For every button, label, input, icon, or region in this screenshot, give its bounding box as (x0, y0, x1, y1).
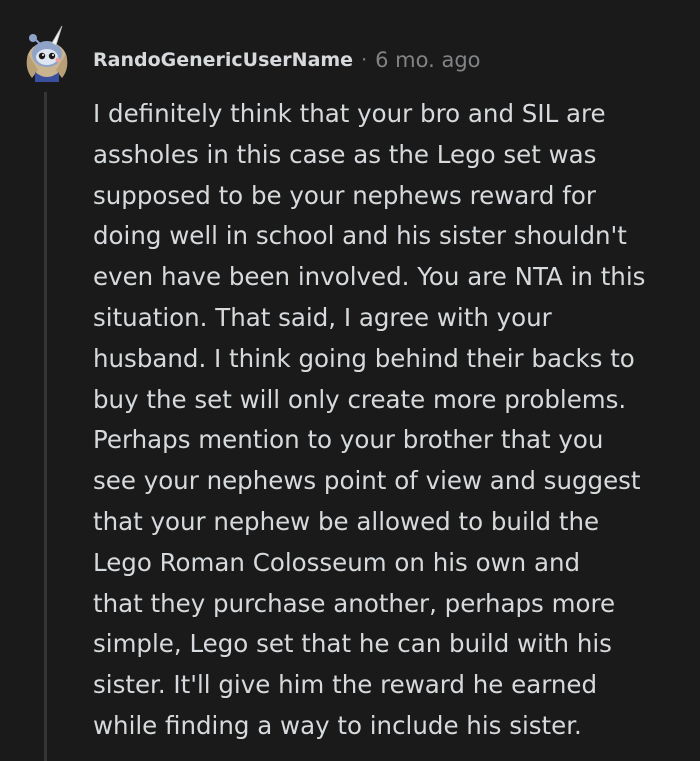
comment-body-line: Perhaps mention to your brother that you (93, 425, 604, 455)
comment-body-line: situation. That said, I agree with your (93, 302, 552, 332)
comment-body-line: assholes in this case as the Lego set wa… (93, 139, 597, 169)
comment-body-line: doing well in school and his sister shou… (93, 221, 627, 251)
comment-body-line: supposed to be your nephews reward for (93, 180, 596, 210)
thread-collapse-line[interactable] (44, 92, 47, 761)
comment-body-line: that they purchase another, perhaps more (93, 588, 616, 618)
comment-body-line: I definitely think that your bro and SIL… (93, 99, 606, 128)
comment-body-line: while finding a way to include his siste… (93, 710, 582, 740)
comment-body-line: sister. It'll give him the reward he ear… (93, 670, 597, 700)
comment-body-line: husband. I think going behind their back… (93, 343, 635, 373)
meta-separator: · (361, 49, 368, 71)
comment-body-line: buy the set will only create more proble… (93, 384, 627, 414)
username-link[interactable]: RandoGenericUserName (93, 49, 353, 71)
avatar-graphic (26, 25, 68, 82)
comment-body-line: even have been involved. You are NTA in … (93, 262, 646, 292)
comment-body-line: see your nephews point of view and sugge… (93, 466, 641, 496)
comment-body-line: that your nephew be allowed to build the (93, 506, 600, 536)
comment-body-line: Lego Roman Colosseum on his own and (93, 547, 581, 577)
comment-body: I definitely think that your bro and SIL… (93, 94, 693, 747)
comment: RandoGenericUserName · 6 mo. ago I defin… (0, 0, 700, 761)
comment-body-line: simple, Lego set that he can build with … (93, 629, 612, 659)
snoo-unicorn-avatar-icon[interactable] (18, 24, 76, 82)
comment-header: RandoGenericUserName · 6 mo. ago (93, 44, 481, 76)
comment-timestamp[interactable]: 6 mo. ago (375, 48, 480, 72)
